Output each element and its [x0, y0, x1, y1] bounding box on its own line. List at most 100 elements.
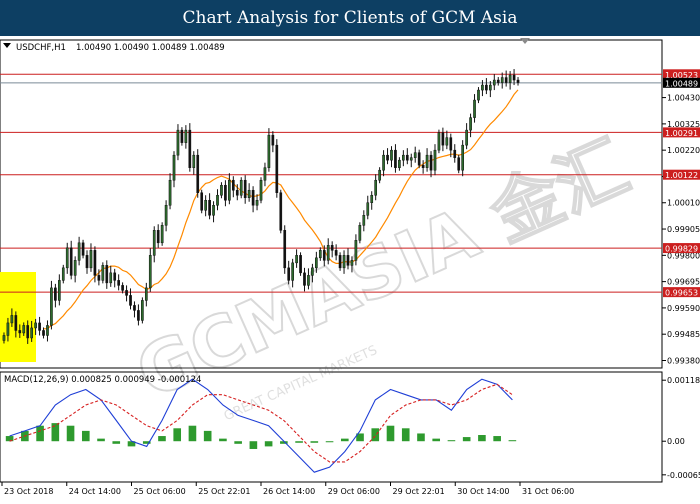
candle-body [26, 325, 30, 339]
candle-body [413, 152, 417, 158]
macd-histogram-bar [112, 441, 121, 444]
candle-body [10, 315, 14, 324]
candle-body [402, 154, 405, 161]
candle-body [69, 247, 73, 276]
macd-histogram-bar [264, 441, 273, 447]
candle-body [378, 169, 381, 181]
x-tick-7: 30 Oct 14:00 [457, 487, 509, 496]
macd-histogram-bar [234, 441, 242, 444]
candle-body [224, 184, 227, 201]
x-tick-8: 31 Oct 06:00 [522, 487, 574, 496]
level-label-5: 0.99653 [665, 289, 698, 298]
candle-body [46, 325, 49, 336]
candle-body [137, 310, 140, 321]
x-tick-4: 26 Oct 14:00 [263, 487, 315, 496]
candle-body [188, 129, 192, 168]
candle-body [263, 167, 267, 181]
candle-body [176, 129, 180, 156]
candle-body [425, 154, 429, 168]
candle-body [243, 179, 247, 198]
candle-body [81, 242, 85, 256]
candle-body [489, 84, 492, 91]
price-tick-0: 1.00430 [667, 94, 700, 103]
candle-body [449, 137, 453, 151]
candle-body [433, 149, 437, 171]
candle-body [405, 154, 409, 161]
candle-body [172, 154, 176, 181]
candle-body [445, 137, 449, 146]
candle-body [156, 230, 160, 244]
candle-body [330, 245, 334, 251]
candle-body [196, 154, 200, 193]
candle-body [465, 129, 468, 146]
candle-body [390, 149, 393, 161]
level-label-4: 0.99829 [665, 245, 698, 254]
macd-histogram-bar [173, 428, 182, 442]
macd-histogram-bar [249, 441, 258, 449]
candle-body [73, 260, 77, 276]
macd-label: MACD(12,26,9) 0.000825 0.000949 -0.00012… [4, 375, 201, 385]
macd-histogram-bar [97, 438, 105, 442]
candle-body [299, 255, 302, 274]
macd-histogram-bar [66, 425, 75, 442]
macd-histogram-bar [219, 438, 227, 442]
candle-body [516, 79, 520, 83]
candle-body [168, 179, 172, 206]
candle-body [469, 117, 472, 131]
macd-histogram-bar [493, 436, 501, 442]
candle-body [212, 205, 215, 216]
candle-body [180, 129, 184, 143]
candle-body [117, 280, 120, 286]
macd-tick-1: 0.00 [667, 437, 685, 446]
price-tick-9: 0.99485 [667, 330, 700, 339]
macd-histogram-bar [417, 433, 425, 442]
candle-body [164, 205, 168, 226]
macd-histogram-bar [295, 441, 303, 443]
candle-body [93, 250, 97, 276]
x-tick-6: 29 Oct 22:01 [393, 487, 445, 496]
page-title: Chart Analysis for Clients of GCM Asia [182, 8, 518, 28]
candle-body [504, 77, 508, 83]
candle-body [85, 255, 89, 269]
macd-tick-0: 0.00118 [667, 376, 700, 385]
candle-body [65, 247, 69, 269]
candle-body [303, 272, 306, 286]
price-tick-2: 1.00220 [667, 146, 700, 155]
x-tick-5: 29 Oct 06:00 [328, 487, 380, 496]
candle-body [141, 300, 144, 321]
candle-body [441, 132, 445, 146]
candle-body [429, 154, 433, 171]
price-tick-7: 0.99695 [667, 278, 700, 287]
candle-body [61, 267, 65, 281]
macd-histogram-bar [371, 428, 380, 442]
candle-body [354, 240, 358, 261]
candle-body [477, 89, 480, 101]
macd-histogram-bar [51, 423, 60, 442]
candle-body [453, 149, 457, 158]
candle-body [362, 215, 366, 226]
candle-body [216, 194, 219, 206]
price-tick-10: 0.99380 [667, 356, 700, 365]
candle-body [97, 275, 101, 281]
candle-body [109, 272, 113, 284]
candle-body [57, 280, 61, 301]
candle-body [334, 250, 338, 256]
candle-body [113, 272, 117, 281]
candle-body [350, 260, 354, 266]
candle-body [382, 154, 385, 171]
candle-body [295, 255, 298, 264]
candle-body [54, 287, 57, 301]
candle-body [386, 154, 389, 161]
price-tick-4: 1.00010 [667, 199, 700, 208]
candle-body [279, 192, 283, 231]
candle-body [500, 77, 504, 83]
ohlc-label: 1.00490 1.00490 1.00489 1.00489 [76, 43, 225, 53]
candle-body [125, 290, 128, 296]
candle-body [366, 202, 370, 216]
level-label-1: 1.00489 [665, 79, 698, 88]
candle-body [14, 315, 18, 331]
candle-body [160, 225, 164, 244]
candle-body [34, 322, 37, 329]
macd-histogram-bar [310, 441, 319, 443]
candle-body [267, 134, 271, 168]
